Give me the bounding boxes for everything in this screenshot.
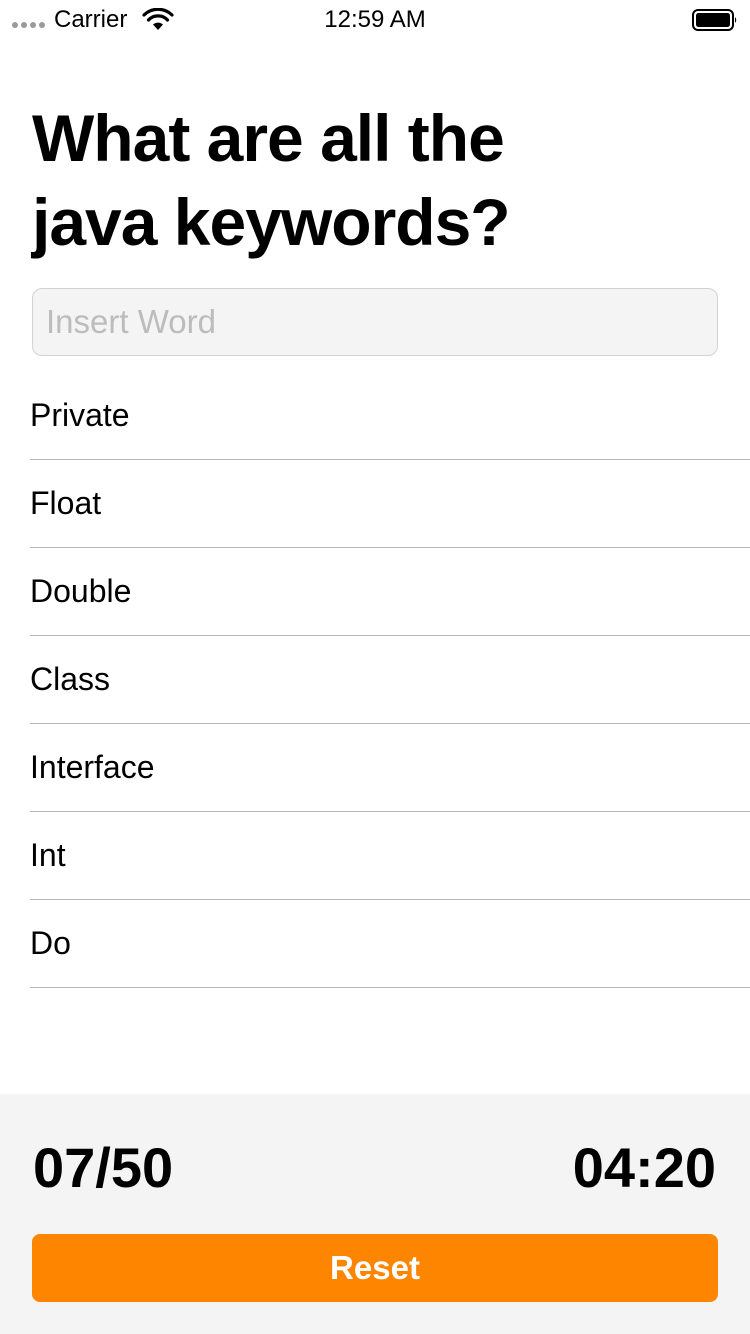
- status-bar: Carrier 12:59 AM: [0, 0, 750, 40]
- question-title-line-2: java keywords?: [32, 185, 511, 259]
- list-item: Double: [30, 548, 750, 636]
- score-counter: 07/50: [33, 1136, 174, 1199]
- list-item: Interface: [30, 724, 750, 812]
- list-item: Float: [30, 460, 750, 548]
- word-label: Double: [30, 573, 132, 609]
- bottom-panel: 07/50 04:20 Reset: [0, 1094, 750, 1334]
- question-title: What are all the java keywords?: [32, 96, 592, 264]
- countdown-timer: 04:20: [572, 1136, 716, 1199]
- status-time: 12:59 AM: [324, 6, 426, 33]
- list-item: Class: [30, 636, 750, 724]
- list-item: Private: [30, 372, 750, 460]
- entered-words-list: Private Float Double Class Interface Int…: [30, 372, 750, 988]
- word-label: Private: [30, 397, 130, 433]
- word-label: Int: [30, 837, 66, 873]
- reset-button[interactable]: Reset: [32, 1234, 718, 1302]
- question-title-line-1: What are all the: [32, 101, 505, 175]
- word-label: Do: [30, 925, 71, 961]
- insert-word-input[interactable]: [32, 288, 718, 356]
- list-item: Int: [30, 812, 750, 900]
- list-item: Do: [30, 900, 750, 988]
- app-screen: Carrier 12:59 AM What are all the java k…: [0, 0, 750, 1334]
- word-label: Class: [30, 661, 111, 697]
- word-label: Float: [30, 485, 102, 521]
- word-label: Interface: [30, 749, 155, 785]
- battery-full-icon: [692, 9, 737, 31]
